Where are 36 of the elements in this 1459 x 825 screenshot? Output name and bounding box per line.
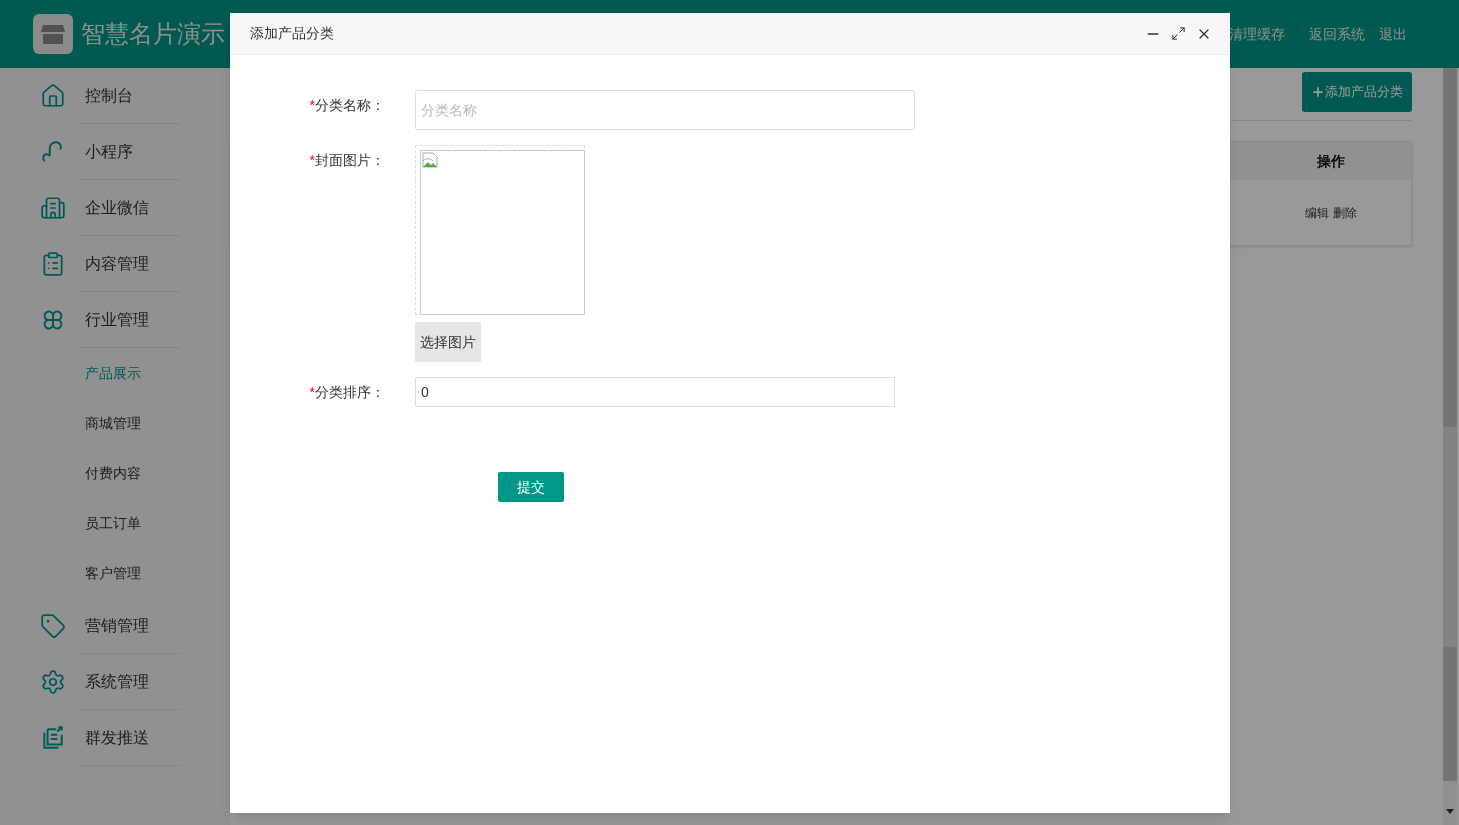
maximize-icon[interactable] bbox=[1171, 26, 1186, 41]
broken-image-icon bbox=[422, 152, 438, 168]
sidebar-subitem[interactable]: 员工订单 bbox=[85, 512, 141, 534]
sidebar-item[interactable]: 内容管理 bbox=[80, 252, 149, 276]
sort-input-field[interactable]: 0 bbox=[415, 377, 895, 407]
home-icon bbox=[40, 83, 66, 109]
field-label: *分类名称： bbox=[309, 97, 385, 113]
scroll-down-arrow-icon[interactable] bbox=[1446, 809, 1454, 814]
column-header: 操作 bbox=[1316, 151, 1346, 171]
name-input-field[interactable]: 分类名称 bbox=[415, 90, 915, 130]
store-logo-icon bbox=[33, 14, 73, 54]
sidebar-item[interactable]: 系统管理 bbox=[80, 670, 149, 694]
tag-icon bbox=[40, 613, 66, 639]
submit-button[interactable]: 提交 bbox=[498, 472, 564, 502]
sidebar-item[interactable]: 行业管理 bbox=[80, 308, 149, 332]
sidebar-item[interactable]: 企业微信 bbox=[80, 196, 149, 220]
sidebar-subitem[interactable]: 商城管理 bbox=[85, 412, 141, 434]
sidebar-item[interactable]: 控制台 bbox=[80, 84, 133, 108]
sidebar-subitem[interactable]: 付费内容 bbox=[85, 462, 141, 484]
choose-image-button[interactable]: 选择图片 bbox=[415, 322, 481, 362]
plus-icon bbox=[1311, 85, 1325, 99]
clipboard-icon bbox=[40, 251, 66, 277]
dialog-title: 添加产品分类 bbox=[250, 24, 334, 43]
document-share-icon bbox=[40, 725, 66, 751]
field-label: *封面图片： bbox=[309, 152, 385, 168]
row-action-link[interactable]: 编辑 bbox=[1305, 203, 1329, 222]
sidebar-item[interactable]: 营销管理 bbox=[80, 614, 149, 638]
sidebar-item[interactable]: 小程序 bbox=[80, 140, 133, 164]
brand-title: 智慧名片演示 bbox=[81, 19, 225, 49]
add-category-button[interactable]: 添加产品分类 bbox=[1302, 72, 1412, 112]
sidebar-item[interactable]: 群发推送 bbox=[80, 726, 149, 750]
building-icon bbox=[40, 195, 66, 221]
sidebar-subitem[interactable]: 客户管理 bbox=[85, 562, 141, 584]
row-action-link[interactable]: 删除 bbox=[1333, 203, 1357, 222]
field-label: *分类排序： bbox=[309, 384, 385, 400]
settings-icon bbox=[40, 669, 66, 695]
